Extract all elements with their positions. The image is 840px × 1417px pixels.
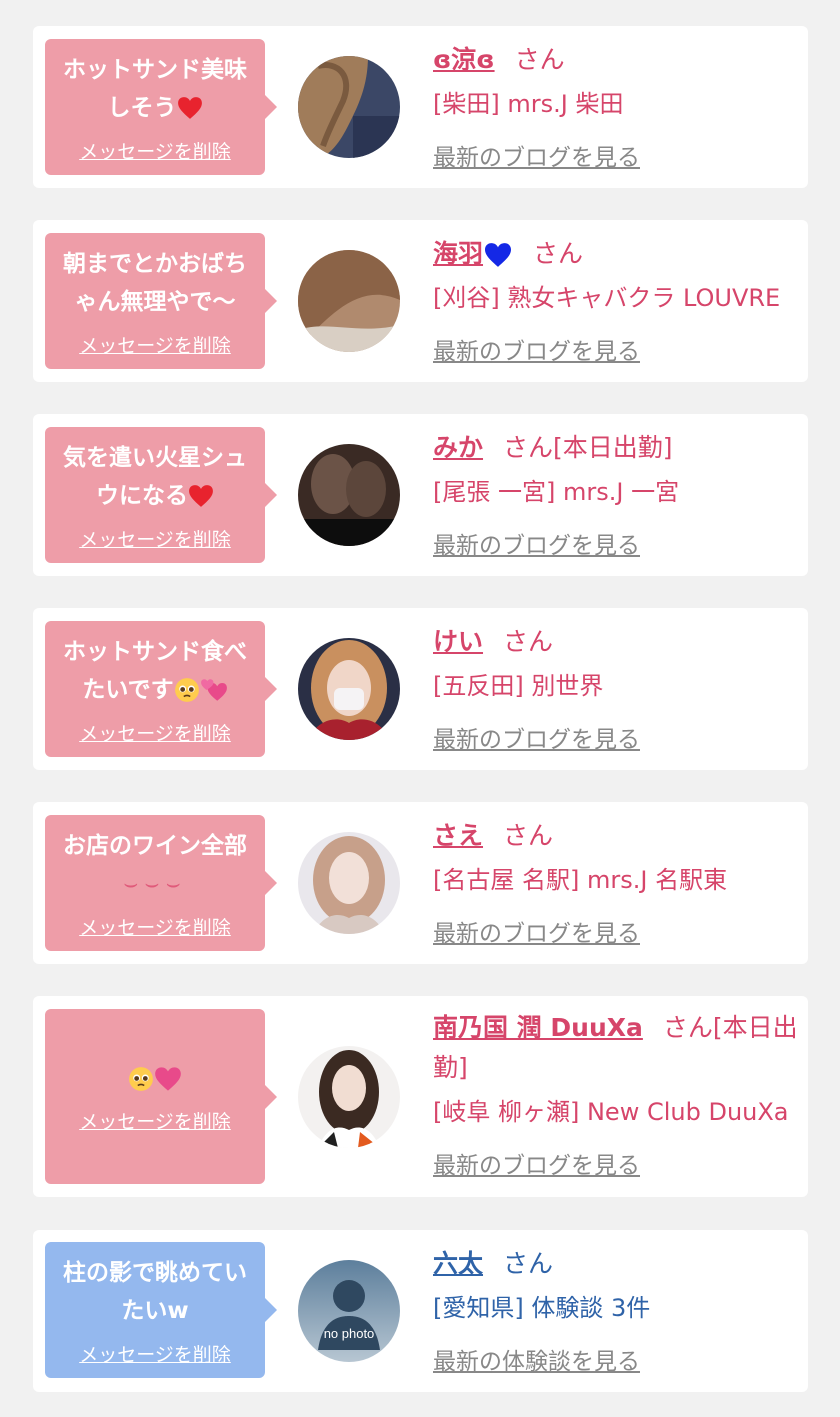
message-bubble: ホットサンド食べたいです メッセージを削除 [45,621,277,757]
name-line: 六太 さん [433,1244,798,1284]
shop-name: [柴田] mrs.J 柴田 [433,90,624,118]
message-text: 柱の影で眺めていたいw [63,1259,247,1324]
cast-name-link[interactable]: さえ [433,821,483,850]
name-line: けい さん [433,622,798,662]
shop-name: [岐阜 柳ヶ瀬] New Club DuuXa [433,1098,789,1126]
profile-info: みか さん[本日出勤] [尾張 一宮] mrs.J 一宮 最新のブログを見る [433,428,798,560]
cast-name-link[interactable]: みか [433,433,483,462]
avatar[interactable] [298,638,400,740]
latest-blog-link[interactable]: 最新のブログを見る [433,332,640,366]
message-card: 気を遣い火星シュウになる メッセージを削除 みか さん[本日出勤] [尾張 一宮]… [33,414,808,576]
pleading-face-icon [129,1066,153,1091]
profile-info: さえ さん [名古屋 名駅] mrs.J 名駅東 最新のブログを見る [433,816,798,948]
shop-name: [名古屋 名駅] mrs.J 名駅東 [433,866,728,894]
delete-message-link[interactable]: メッセージを削除 [79,1340,231,1367]
honorific: さん[本日出勤] [503,433,673,462]
message-text [128,1059,182,1097]
latest-review-link[interactable]: 最新の体験談を見る [433,1342,640,1376]
pleading-face-icon [174,678,199,702]
profile-info: けい さん [五反田] 別世界 最新のブログを見る [433,622,798,754]
latest-blog-link[interactable]: 最新のブログを見る [433,914,640,948]
message-card: ホットサンド美味しそう メッセージを削除 ɞ涼ɞ さん [柴田] mrs.J 柴田… [33,26,808,188]
red-heart-icon [189,485,213,507]
delete-message-link[interactable]: メッセージを削除 [79,913,231,940]
latest-blog-link[interactable]: 最新のブログを見る [433,720,640,754]
red-heart-icon [177,97,202,119]
latest-blog-link[interactable]: 最新のブログを見る [433,1146,640,1180]
message-card: 柱の影で眺めていたいw メッセージを削除 no photo 六太 さん [愛知県]… [33,1230,808,1392]
two-hearts-icon [200,679,227,701]
avatar[interactable] [298,56,400,158]
profile-info: 六太 さん [愛知県] 体験談 3件 最新の体験談を見る [433,1244,798,1376]
delete-message-link[interactable]: メッセージを削除 [79,719,231,746]
message-text: 朝までとかおばちゃん無理やで〜 [63,250,247,315]
cast-name-link[interactable]: 海羽 [433,239,513,268]
avatar[interactable] [298,250,400,352]
message-text: ホットサンド食べたいです [63,638,247,703]
message-text: 気を遣い火星シュウになる [63,444,247,509]
reviewer-name-link[interactable]: 六太 [433,1249,483,1278]
name-line: 海羽 さん [433,234,798,274]
review-count: [愛知県] 体験談 3件 [433,1294,651,1322]
name-line: さえ さん [433,816,798,856]
cast-name-link[interactable]: けい [433,627,483,656]
blue-heart-icon [485,243,512,267]
shop-name: [尾張 一宮] mrs.J 一宮 [433,478,680,506]
profile-info: ɞ涼ɞ さん [柴田] mrs.J 柴田 最新のブログを見る [433,40,798,172]
message-text: ホットサンド美味しそう [63,56,247,121]
message-card: 朝までとかおばちゃん無理やで〜 メッセージを削除 海羽 さん [刈谷] 熟女キャバ… [33,220,808,382]
message-bubble: お店のワイン全部 ⌣⌣⌣ メッセージを削除 [45,815,277,951]
shop-name: [刈谷] 熟女キャバクラ LOUVRE [433,284,781,312]
avatar[interactable] [298,832,400,934]
avatar[interactable] [298,1046,400,1148]
profile-info: 海羽 さん [刈谷] 熟女キャバクラ LOUVRE 最新のブログを見る [433,234,798,366]
avatar[interactable] [298,444,400,546]
message-bubble: 気を遣い火星シュウになる メッセージを削除 [45,427,277,563]
message-bubble: メッセージを削除 [45,1009,277,1184]
honorific: さん [533,239,584,268]
message-bubble: 朝までとかおばちゃん無理やで〜 メッセージを削除 [45,233,277,369]
shop-name: [五反田] 別世界 [433,672,604,700]
delete-message-link[interactable]: メッセージを削除 [79,331,231,358]
honorific: さん [503,1249,554,1278]
message-bubble: 柱の影で眺めていたいw メッセージを削除 [45,1242,277,1378]
profile-info: 南乃国 潤 DuuXa さん[本日出勤] [岐阜 柳ヶ瀬] New Club Du… [433,1008,798,1180]
weary-face-icon: ⌣⌣⌣ [123,870,187,897]
message-text: お店のワイン全部 ⌣⌣⌣ [63,832,247,897]
delete-message-link[interactable]: メッセージを削除 [79,137,231,164]
message-bubble: ホットサンド美味しそう メッセージを削除 [45,39,277,175]
latest-blog-link[interactable]: 最新のブログを見る [433,526,640,560]
svg-text:no photo: no photo [324,1326,375,1341]
message-card: お店のワイン全部 ⌣⌣⌣ メッセージを削除 さえ さん [名古屋 名駅] mrs.… [33,802,808,964]
honorific: さん [503,627,554,656]
avatar[interactable]: no photo [298,1260,400,1362]
honorific: さん [503,821,554,850]
message-card: メッセージを削除 南乃国 潤 DuuXa さん[本日出勤] [岐阜 柳ヶ瀬] Ne… [33,996,808,1197]
no-photo-icon: no photo [298,1260,400,1362]
delete-message-link[interactable]: メッセージを削除 [79,1107,231,1134]
pink-heart-icon [155,1066,181,1091]
cast-name-link[interactable]: ɞ涼ɞ [433,45,495,74]
name-line: ɞ涼ɞ さん [433,40,798,80]
message-card: ホットサンド食べたいです メッセージを削除 けい さん [五反田] 別世界 最新の… [33,608,808,770]
delete-message-link[interactable]: メッセージを削除 [79,525,231,552]
latest-blog-link[interactable]: 最新のブログを見る [433,138,640,172]
name-line: みか さん[本日出勤] [433,428,798,468]
cast-name-link[interactable]: 南乃国 潤 DuuXa [433,1013,643,1042]
honorific: さん [514,45,565,74]
name-line: 南乃国 潤 DuuXa さん[本日出勤] [433,1008,798,1088]
